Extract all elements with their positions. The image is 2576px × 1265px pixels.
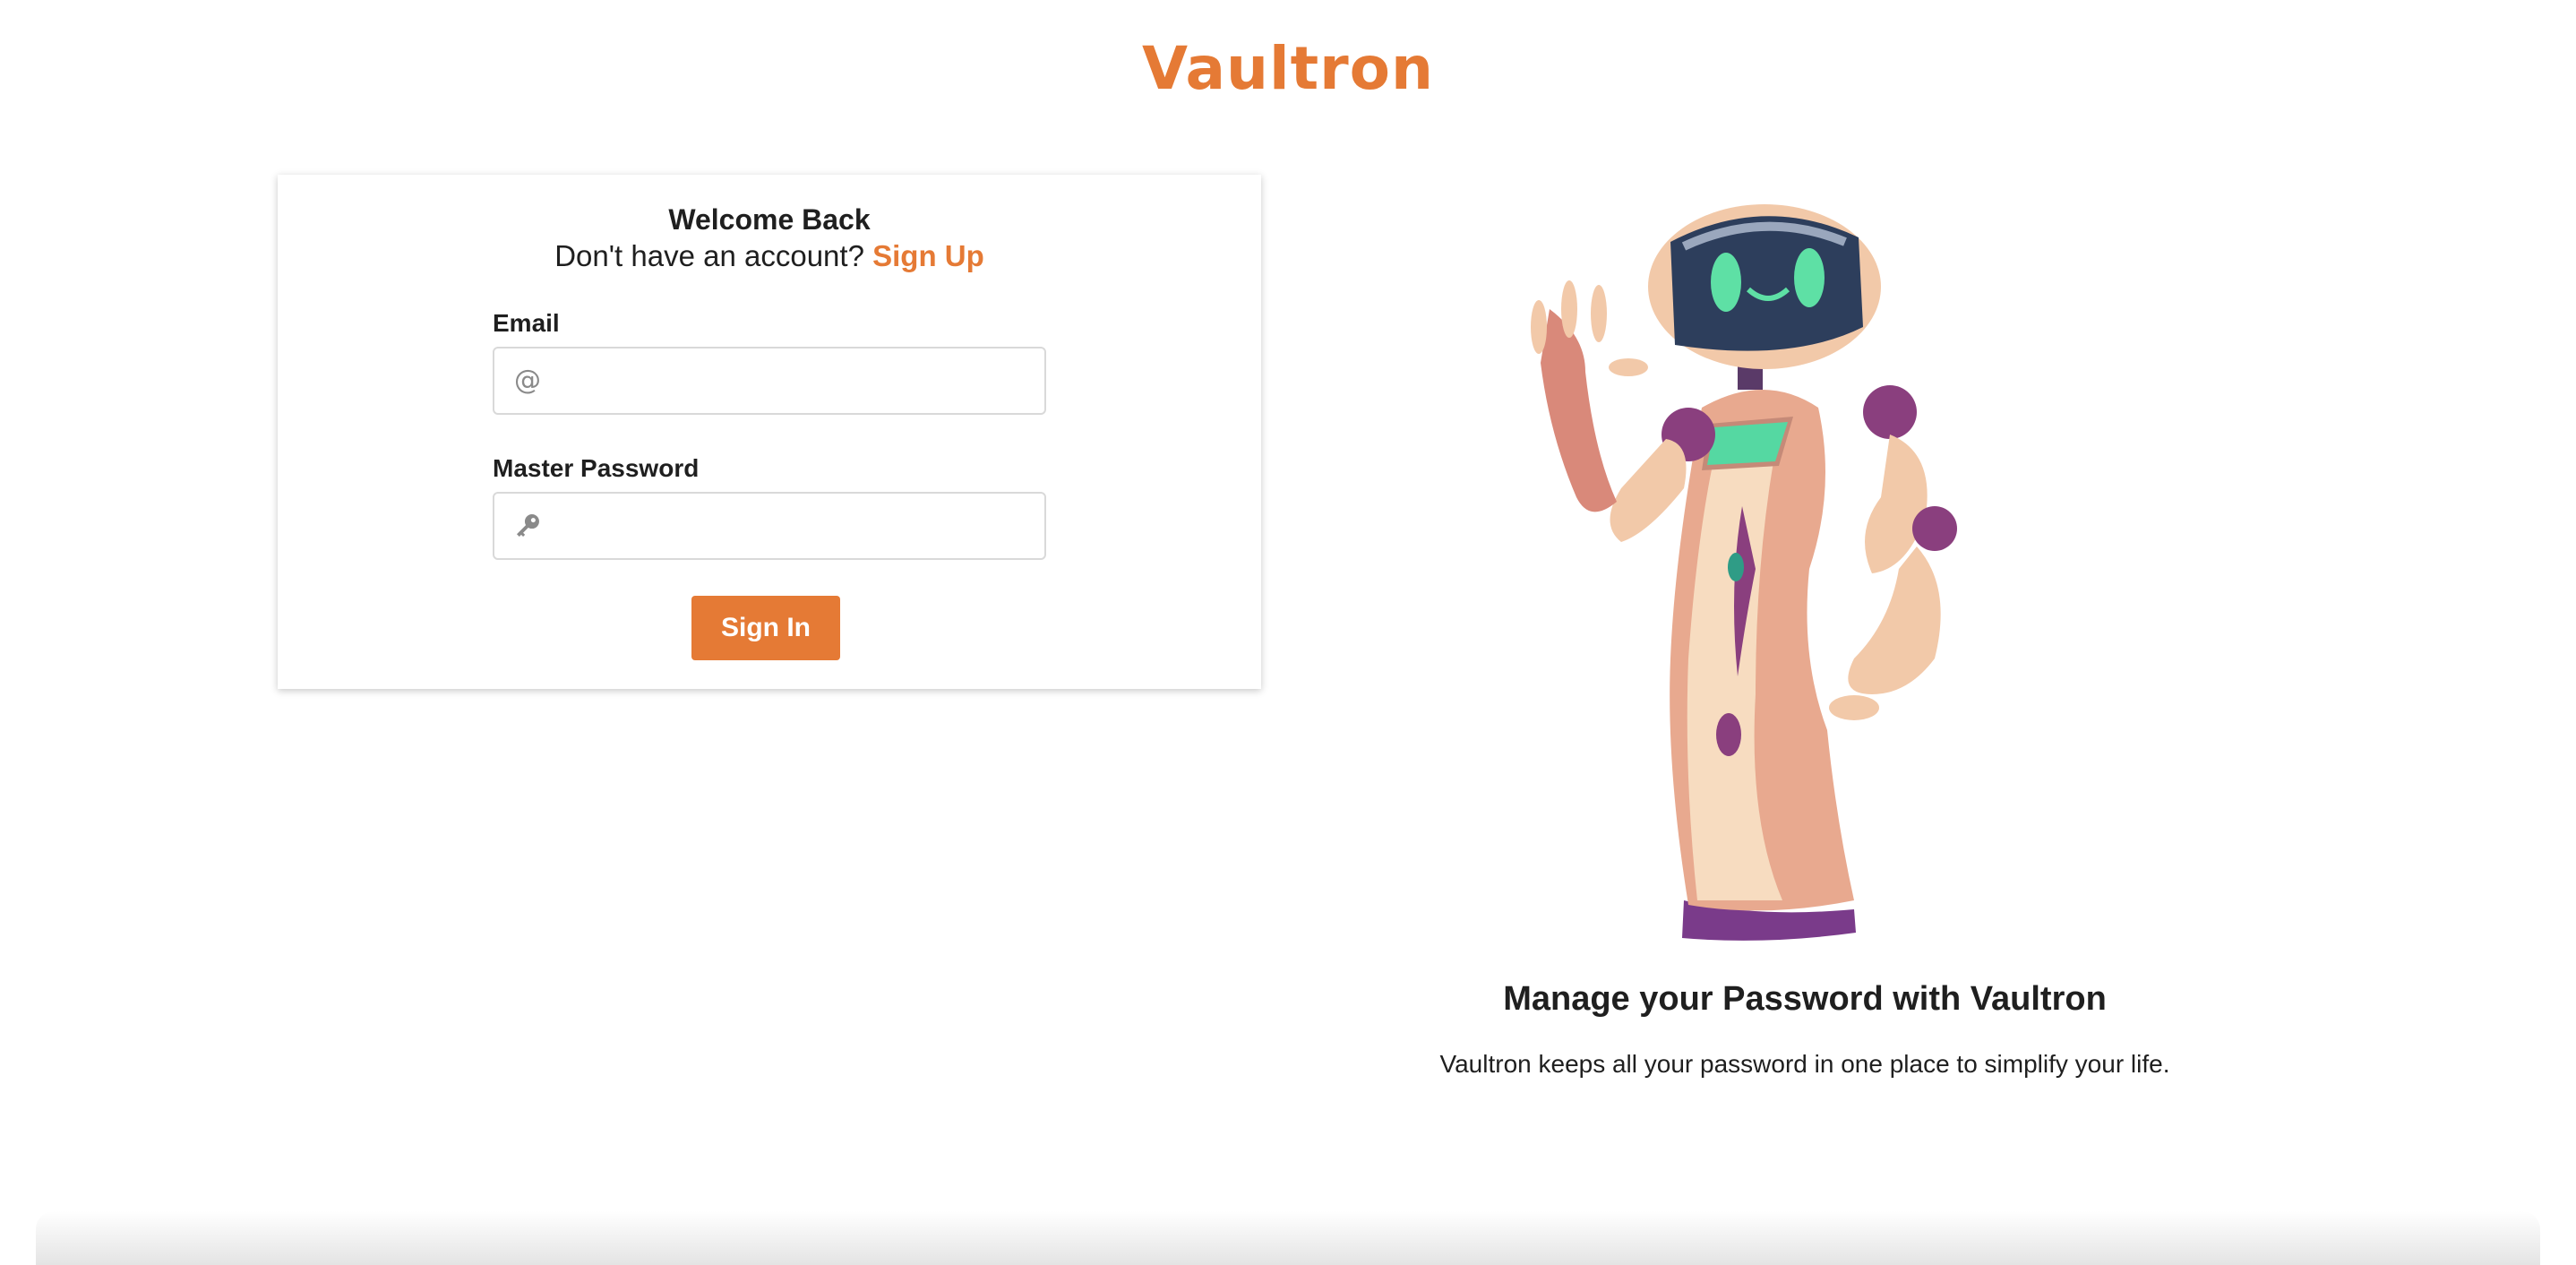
email-field-wrapper[interactable]: @ <box>493 347 1046 415</box>
app-logo[interactable]: Vaultron <box>0 34 2576 103</box>
signup-link[interactable]: Sign Up <box>872 239 984 272</box>
footer-edge <box>36 1211 2540 1265</box>
sign-in-button[interactable]: Sign In <box>691 596 840 660</box>
signup-prompt-text: Don't have an account? <box>554 239 864 272</box>
email-field[interactable] <box>552 349 1039 415</box>
master-password-field[interactable] <box>552 494 1039 560</box>
login-title: Welcome Back <box>668 203 871 236</box>
password-field-wrapper[interactable] <box>493 492 1046 560</box>
key-icon <box>514 494 541 558</box>
login-card: Welcome Back Don't have an account? Sign… <box>278 175 1261 689</box>
hero-title: Manage your Password with Vaultron <box>1503 980 2107 1018</box>
hero-subtitle: Vaultron keeps all your password in one … <box>1439 1050 2170 1078</box>
email-label: Email <box>493 309 560 337</box>
at-icon: @ <box>514 365 541 396</box>
master-password-label: Master Password <box>493 454 700 482</box>
signup-prompt-row: Don't have an account? Sign Up <box>278 239 1261 273</box>
robot-illustration <box>1531 204 1957 941</box>
